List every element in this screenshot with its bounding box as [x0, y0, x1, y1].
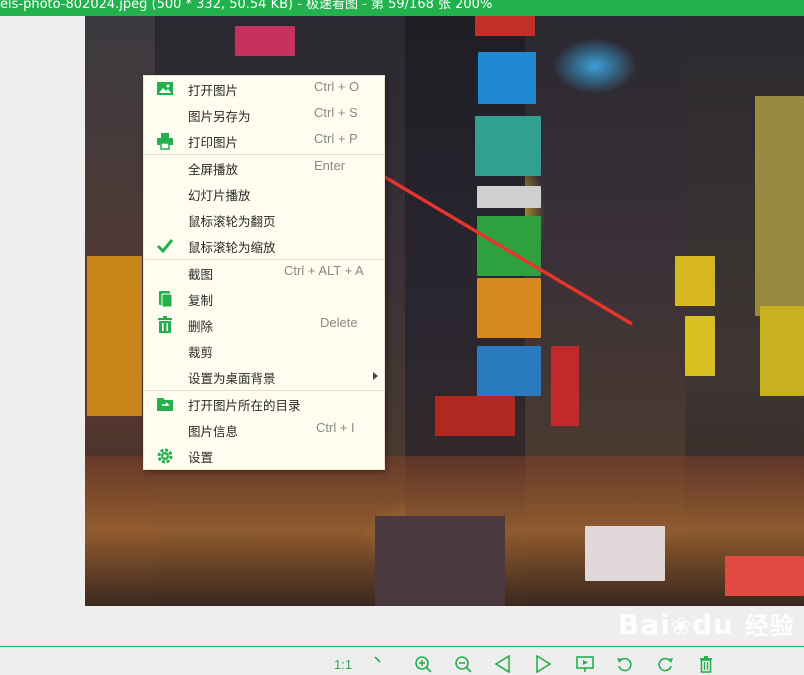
- image-viewer-canvas[interactable]: Bai❀du 经验: [0, 16, 804, 646]
- menu-item-screenshot[interactable]: 截图 Ctrl + ALT + A: [144, 260, 384, 286]
- menu-label: 删除: [188, 319, 214, 334]
- menu-label: 截图: [188, 267, 214, 282]
- menu-label: 打印图片: [188, 135, 239, 150]
- menu-item-wheel-zoom[interactable]: 鼠标滚轮为缩放: [144, 233, 384, 259]
- menu-item-set-wallpaper[interactable]: 设置为桌面背景: [144, 364, 384, 390]
- printer-icon: [157, 133, 173, 150]
- copy-icon: [159, 291, 173, 308]
- menu-shortcut: Ctrl + ALT + A: [284, 263, 364, 278]
- menu-item-delete[interactable]: 删除 Delete: [144, 312, 384, 338]
- menu-shortcut: Ctrl + O: [314, 79, 360, 94]
- zoom-in-icon[interactable]: [414, 655, 432, 673]
- delete-icon[interactable]: [697, 655, 715, 673]
- menu-shortcut: Ctrl + P: [314, 131, 358, 146]
- zoom-out-icon[interactable]: [454, 655, 472, 673]
- actual-size-button[interactable]: 1:1: [334, 657, 352, 675]
- rotate-right-icon[interactable]: [656, 655, 674, 673]
- menu-shortcut: Ctrl + I: [316, 420, 355, 435]
- menu-label: 全屏播放: [188, 162, 239, 177]
- menu-label: 复制: [188, 293, 214, 308]
- menu-label: 鼠标滚轮为翻页: [188, 214, 276, 229]
- menu-item-slideshow[interactable]: 幻灯片播放: [144, 181, 384, 207]
- slideshow-icon[interactable]: [576, 655, 594, 673]
- paw-icon: ❀: [670, 612, 692, 640]
- bottom-toolbar: 1:1: [0, 646, 804, 675]
- folder-open-icon: [157, 398, 173, 411]
- context-menu: 打开图片 Ctrl + O 图片另存为 Ctrl + S 打印图片 Ctrl +…: [143, 75, 385, 470]
- menu-label: 设置为桌面背景: [188, 371, 276, 386]
- title-bar: els-photo-802024.jpeg (500 * 332, 50.54 …: [0, 0, 804, 16]
- menu-shortcut: Delete: [320, 315, 358, 330]
- trash-icon: [158, 316, 172, 333]
- menu-item-crop[interactable]: 裁剪: [144, 338, 384, 364]
- menu-label: 设置: [188, 450, 214, 465]
- menu-item-image-info[interactable]: 图片信息 Ctrl + I: [144, 417, 384, 443]
- rotate-left-icon[interactable]: [616, 655, 634, 673]
- menu-label: 裁剪: [188, 345, 214, 360]
- annotation-arrow: [240, 98, 633, 326]
- submenu-arrow-icon: [373, 372, 378, 380]
- image-icon: [157, 82, 173, 95]
- menu-label: 幻灯片播放: [188, 188, 251, 203]
- menu-item-open-folder[interactable]: 打开图片所在的目录: [144, 391, 384, 417]
- previous-icon[interactable]: [494, 655, 512, 673]
- gear-icon: [157, 448, 173, 464]
- menu-item-open-image[interactable]: 打开图片 Ctrl + O: [144, 76, 384, 102]
- menu-label: 打开图片: [188, 83, 239, 98]
- checkmark-icon: [156, 239, 174, 254]
- menu-shortcut: Ctrl + S: [314, 105, 358, 120]
- menu-item-print[interactable]: 打印图片 Ctrl + P: [144, 128, 384, 154]
- next-icon[interactable]: [534, 655, 552, 673]
- menu-item-copy[interactable]: 复制: [144, 286, 384, 312]
- menu-item-fullscreen[interactable]: 全屏播放 Enter: [144, 155, 384, 181]
- watermark-brand: Bai: [618, 608, 671, 641]
- menu-item-wheel-page[interactable]: 鼠标滚轮为翻页: [144, 207, 384, 233]
- menu-label: 鼠标滚轮为缩放: [188, 240, 276, 255]
- menu-label: 图片信息: [188, 424, 239, 439]
- menu-label: 打开图片所在的目录: [188, 398, 301, 413]
- menu-shortcut: Enter: [314, 158, 346, 173]
- window-title: els-photo-802024.jpeg (500 * 332, 50.54 …: [0, 0, 493, 12]
- watermark-brand-2: du: [691, 608, 734, 641]
- menu-item-settings[interactable]: 设置: [144, 443, 384, 469]
- fit-window-icon[interactable]: [373, 655, 391, 673]
- menu-label: 图片另存为: [188, 109, 251, 124]
- watermark-suffix: 经验: [744, 612, 795, 640]
- menu-item-save-as[interactable]: 图片另存为 Ctrl + S: [144, 102, 384, 128]
